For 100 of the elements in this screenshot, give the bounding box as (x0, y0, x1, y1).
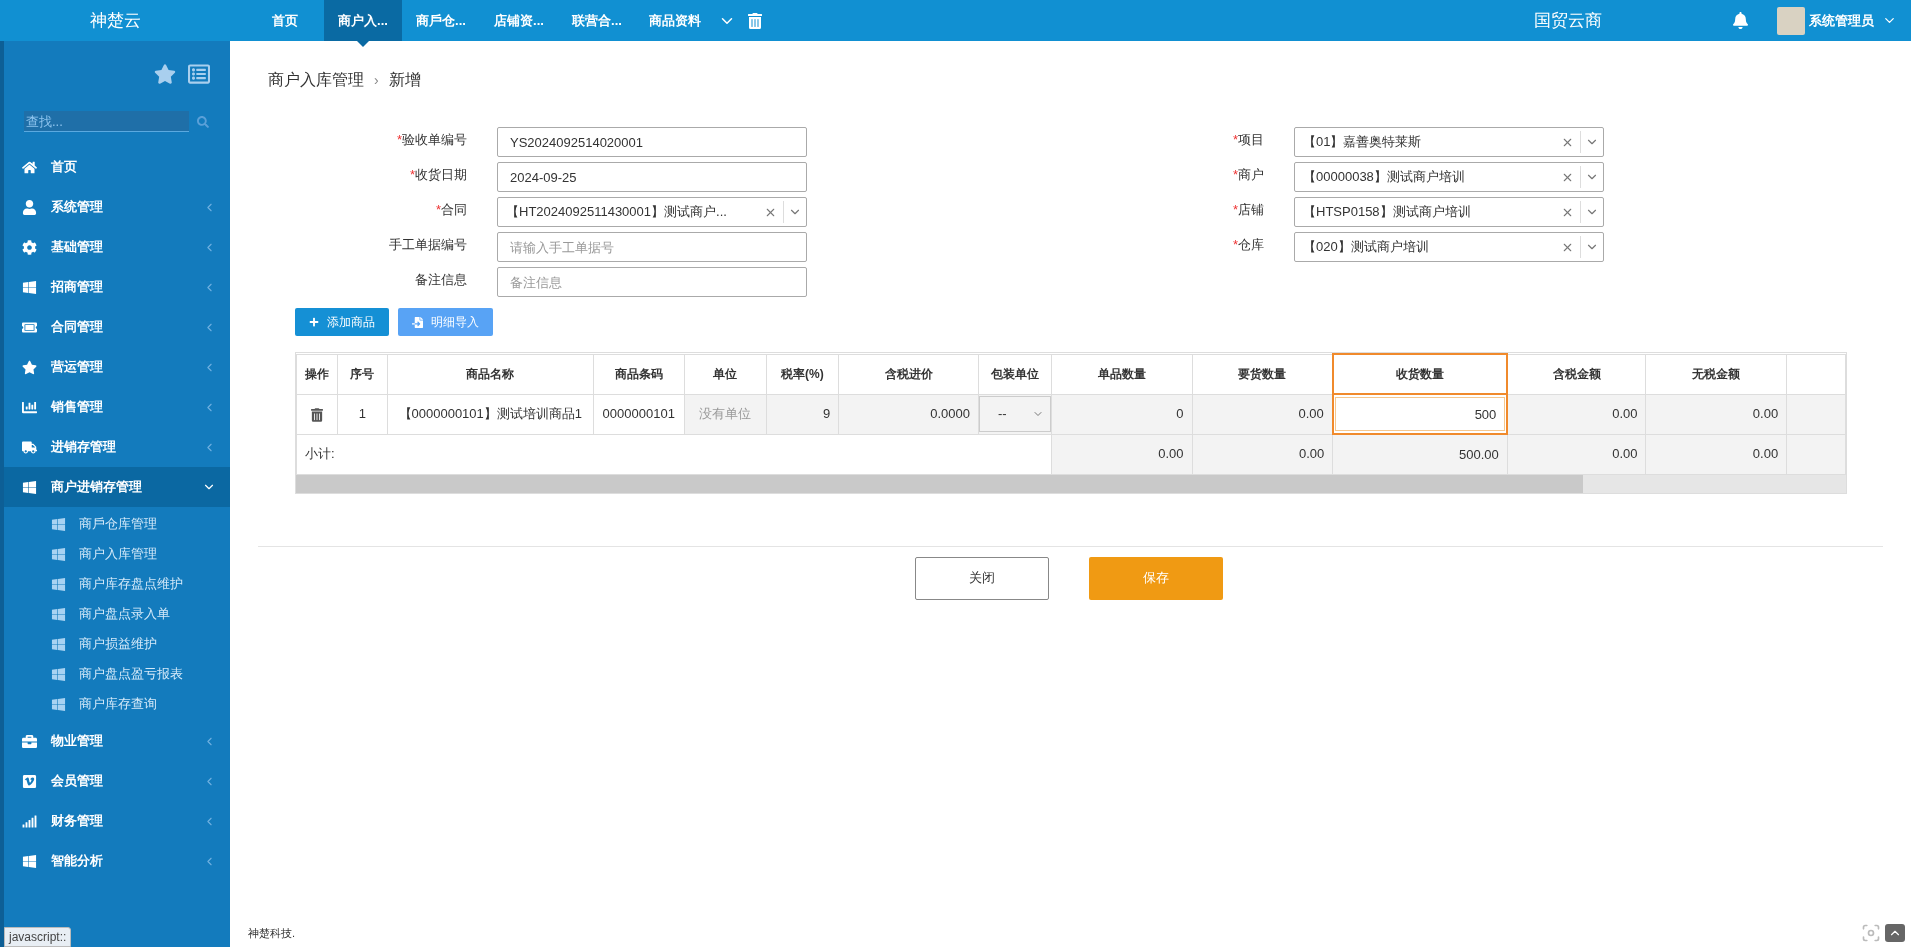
column-header: 单位 (684, 354, 766, 394)
column-header: 含税金额 (1507, 354, 1646, 394)
sidebar-item[interactable]: 首页 (4, 147, 230, 187)
search-field[interactable]: 查找... (24, 111, 189, 132)
select-field[interactable]: 【01】嘉善奥特莱斯 (1294, 127, 1604, 157)
breadcrumb-separator: › (374, 70, 379, 90)
sidebar-subitem[interactable]: 商户库存查询 (4, 689, 230, 719)
brand-title: 国贸云商 (1534, 9, 1602, 32)
sidebar-item[interactable]: 招商管理 (4, 267, 230, 307)
window-grid-icon (22, 279, 37, 295)
sidebar-item[interactable]: 商户进销存管理 (4, 467, 230, 507)
subtotal-cell: 0.00 (1646, 434, 1787, 474)
subtotal-cell: 0.00 (1507, 434, 1646, 474)
home-icon (22, 159, 37, 175)
sidebar-subitem[interactable]: 商户盘点录入单 (4, 599, 230, 629)
sidebar-item[interactable]: 系统管理 (4, 187, 230, 227)
sidebar-item[interactable]: 营运管理 (4, 347, 230, 387)
input-field[interactable]: 备注信息 (497, 267, 807, 297)
v-logo-icon (22, 773, 37, 789)
required-mark: * (409, 166, 415, 184)
sidebar-subitem[interactable]: 商户库存盘点维护 (4, 569, 230, 599)
window-grid-icon (22, 853, 37, 869)
input-field[interactable]: YS2024092514020001 (497, 127, 807, 157)
window-grid-icon (51, 546, 66, 562)
close-button[interactable]: 关闭 (914, 556, 1049, 600)
input-field[interactable]: 请输入手工单据号 (497, 232, 807, 262)
sidebar-item[interactable]: 进销存管理 (4, 427, 230, 467)
quantity-input[interactable]: 500 (1334, 397, 1506, 431)
nav-tab[interactable]: 首页 (246, 0, 324, 41)
sidebar-item[interactable]: 物业管理 (4, 721, 230, 761)
column-header: 无税金额 (1646, 354, 1787, 394)
avatar-placeholder[interactable] (1777, 6, 1805, 35)
list-icon[interactable] (188, 63, 210, 85)
user-name[interactable]: 系统管理员 (1809, 10, 1874, 31)
column-header: 单品数量 (1051, 354, 1193, 394)
column-header: 序号 (337, 354, 388, 394)
subtotal-cell: 0.00 (1051, 434, 1193, 474)
column-header: 含税进价 (838, 354, 979, 394)
required-mark: * (1232, 236, 1238, 254)
nav-tab[interactable]: 商品资料 (636, 0, 714, 41)
select-field[interactable]: 【HTSP0158】测试商户培训 (1294, 197, 1604, 227)
window-grid-icon (51, 696, 66, 712)
breadcrumb-item[interactable]: 商户入库管理 (268, 68, 364, 92)
sidebar-item[interactable]: 销售管理 (4, 387, 230, 427)
column-header: 商品条码 (593, 354, 685, 394)
import-button[interactable]: 明细导入 (398, 308, 493, 336)
input-field[interactable]: 2024-09-25 (497, 162, 807, 192)
required-mark: * (435, 201, 441, 219)
sidebar-subitem[interactable]: 商户盘点盈亏报表 (4, 659, 230, 689)
sidebar-item[interactable]: 合同管理 (4, 307, 230, 347)
trash-icon[interactable] (310, 407, 323, 422)
unit-select[interactable]: -- (979, 396, 1051, 432)
sidebar-item[interactable]: 基础管理 (4, 227, 230, 267)
add-button[interactable]: 添加商品 (295, 308, 389, 336)
sidebar-item[interactable]: 财务管理 (4, 801, 230, 841)
select-field[interactable]: 【020】测试商户培训 (1294, 232, 1604, 262)
sidebar-subitem[interactable]: 商戶仓库管理 (4, 509, 230, 539)
bar-chart-icon (22, 399, 37, 415)
star-icon (22, 359, 37, 375)
table-cell: 9 (766, 394, 839, 434)
table-cell: 1 (337, 394, 388, 434)
column-header: 税率(%) (766, 354, 839, 394)
window-grid-icon (51, 636, 66, 652)
select-field[interactable]: 【HT2024092511430001】测试商户... (497, 197, 807, 227)
column-header: 要货数量 (1192, 354, 1333, 394)
app-logo: 神楚云 (89, 9, 141, 32)
briefcase-icon (22, 733, 37, 749)
gear-icon (22, 239, 37, 255)
required-mark: * (1232, 166, 1238, 184)
window-grid-icon (51, 666, 66, 682)
field-label: 备注信息 (415, 271, 467, 289)
nav-tab[interactable]: 联营合... (558, 0, 636, 41)
table-cell: 0.00 (1192, 394, 1333, 434)
window-grid-icon (51, 516, 66, 532)
table-cell: 0 (1051, 394, 1193, 434)
bell-icon[interactable] (1732, 12, 1749, 29)
field-label: 手工单据编号 (389, 236, 467, 254)
star-icon[interactable] (154, 63, 176, 85)
select-field[interactable]: 【00000038】测试商户培训 (1294, 162, 1604, 192)
nav-tab[interactable]: 商戶仓... (402, 0, 480, 41)
sidebar-item[interactable]: 智能分析 (4, 841, 230, 881)
table-cell: 0.00 (1507, 394, 1646, 434)
nav-tab[interactable]: 店铺资... (480, 0, 558, 41)
window-grid-icon (51, 576, 66, 592)
table-cell: 0.0000 (838, 394, 979, 434)
sidebar-subitem[interactable]: 商户损益维护 (4, 629, 230, 659)
table-cell: 【0000000101】测试培训商品1 (387, 394, 594, 434)
field-label: 店铺 (1238, 201, 1264, 219)
sidebar-item[interactable]: 会员管理 (4, 761, 230, 801)
sidebar-subitem[interactable]: 商户入库管理 (4, 539, 230, 569)
trash-icon[interactable] (748, 12, 762, 29)
field-label: 商户 (1238, 166, 1264, 184)
table-cell: 0000000101 (593, 394, 685, 434)
subtotal-cell: 0.00 (1192, 434, 1333, 474)
column-header: 商品名称 (387, 354, 594, 394)
column-header: 包装单位 (978, 354, 1052, 394)
scroll-top-button[interactable] (1885, 924, 1905, 942)
field-label: 项目 (1238, 131, 1264, 149)
table-cell: 0.00 (1646, 394, 1787, 434)
window-grid-icon (22, 479, 37, 495)
